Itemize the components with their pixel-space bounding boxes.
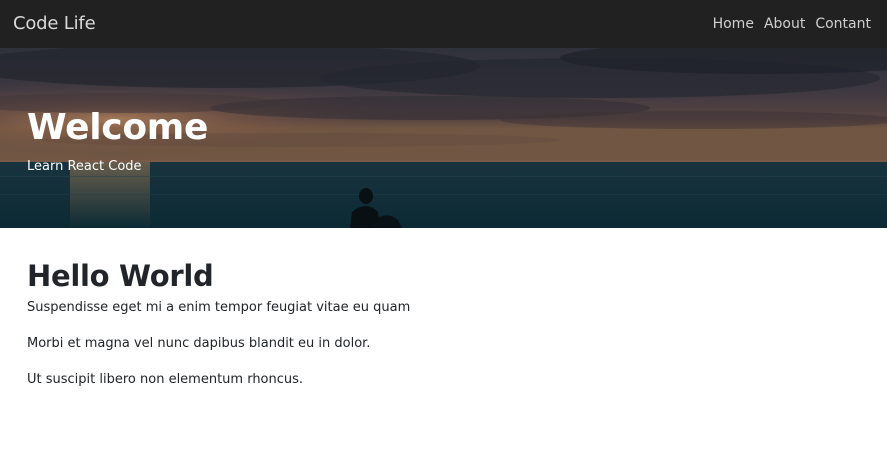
top-navbar: Code Life Home About Contant [0, 0, 887, 48]
paragraph: Suspendisse eget mi a enim tempor feugia… [27, 300, 411, 315]
nav-link-contact[interactable]: Contant [815, 15, 871, 33]
paragraph: Morbi et magna vel nunc dapibus blandit … [27, 336, 371, 351]
nav-links: Home About Contant [703, 15, 871, 33]
nav-link-about[interactable]: About [764, 15, 805, 33]
main-content: Hello World Suspendisse eget mi a enim t… [27, 256, 847, 406]
paragraph: Ut suscipit libero non elementum rhoncus… [27, 372, 304, 387]
hero-banner: Welcome Learn React Code [0, 48, 887, 228]
brand-link[interactable]: Code Life [13, 12, 96, 36]
section-heading: Hello World [27, 259, 214, 293]
hero-subtitle: Learn React Code [27, 159, 142, 174]
hero-title: Welcome [27, 107, 209, 148]
nav-link-home[interactable]: Home [713, 15, 754, 33]
